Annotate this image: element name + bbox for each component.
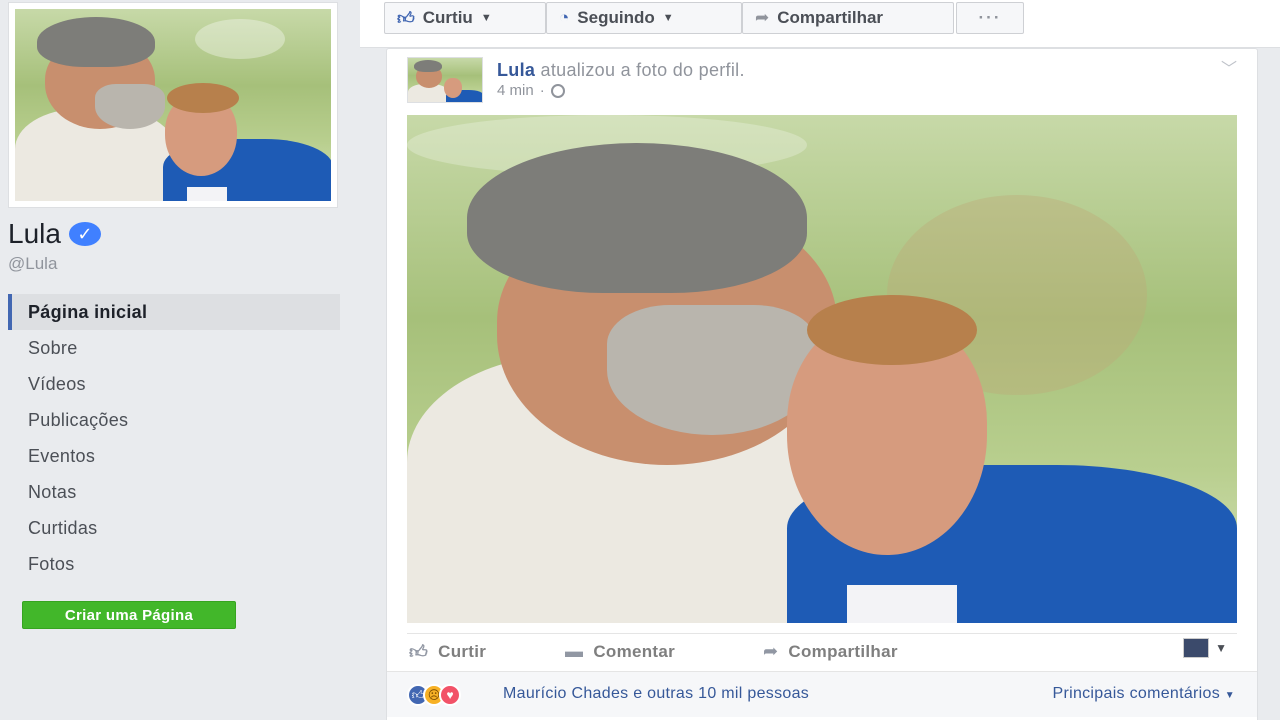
comment-button[interactable]: ▬ Comentar bbox=[565, 641, 675, 662]
meta-separator: · bbox=[539, 82, 545, 99]
page-name[interactable]: Lula bbox=[8, 218, 61, 250]
avatar bbox=[1183, 638, 1210, 658]
profile-photo-art bbox=[15, 9, 331, 201]
post-timestamp[interactable]: 4 min bbox=[497, 82, 534, 99]
reactions-count-text[interactable]: Maurício Chades e outras 10 mil pessoas bbox=[503, 685, 809, 703]
share-page-label: Compartilhar bbox=[777, 8, 884, 27]
post-photo-art bbox=[407, 115, 1237, 623]
post-author-name[interactable]: Lula bbox=[497, 60, 535, 80]
nav-item-events[interactable]: Eventos bbox=[8, 438, 340, 474]
nav-item-videos[interactable]: Vídeos bbox=[8, 366, 340, 402]
comment-bubble-icon: ▬ bbox=[565, 641, 584, 661]
nav-item-photos[interactable]: Fotos bbox=[8, 546, 340, 582]
thumbs-up-icon: 👍︎ bbox=[409, 641, 429, 662]
post-header: Lula atualizou a foto do perfil. bbox=[497, 60, 745, 81]
share-arrow-icon: ➦ bbox=[755, 8, 770, 27]
post-author-avatar[interactable] bbox=[407, 57, 483, 103]
page-name-row: Lula ✓ bbox=[8, 218, 101, 250]
nav-item-home[interactable]: Página inicial bbox=[8, 294, 340, 330]
create-page-button[interactable]: Criar uma Página bbox=[22, 601, 236, 629]
nav-item-posts[interactable]: Publicações bbox=[8, 402, 340, 438]
left-column: Lula ✓ @Lula Página inicial Sobre Vídeos… bbox=[0, 0, 350, 720]
like-label: Curtir bbox=[438, 641, 487, 661]
share-button[interactable]: ➦ Compartilhar bbox=[763, 641, 898, 662]
verified-check-icon: ✓ bbox=[68, 222, 101, 246]
post-actions: 👍︎ Curtir ▬ Comentar ➦ Compartilhar ▼ bbox=[407, 633, 1237, 669]
avatar-photo-art bbox=[408, 58, 482, 102]
post-options-chevron-icon[interactable]: ﹀ bbox=[1221, 55, 1237, 79]
caret-down-icon: ▼ bbox=[480, 12, 492, 24]
page-handle: @Lula bbox=[8, 254, 58, 273]
post-as-selector[interactable]: ▼ bbox=[1183, 638, 1227, 658]
nav-item-likes[interactable]: Curtidas bbox=[8, 510, 340, 546]
share-page-button[interactable]: ➦ Compartilhar bbox=[742, 2, 954, 34]
globe-icon bbox=[550, 83, 565, 98]
liked-button[interactable]: 👍︎ Curtiu ▼ bbox=[384, 2, 546, 34]
share-label: Compartilhar bbox=[788, 641, 898, 661]
nav-item-notes[interactable]: Notas bbox=[8, 474, 340, 510]
post-photo[interactable] bbox=[407, 115, 1237, 623]
sort-label: Principais comentários bbox=[1052, 685, 1221, 702]
reactions-summary: 👍︎ ☹ ♥ Maurício Chades e outras 10 mil p… bbox=[387, 671, 1257, 717]
post-meta: 4 min · bbox=[497, 82, 565, 99]
reaction-icons[interactable]: 👍︎ ☹ ♥ bbox=[407, 684, 461, 706]
thumbs-up-icon: 👍︎ bbox=[397, 8, 415, 28]
caret-down-icon: ▼ bbox=[1215, 641, 1227, 655]
love-reaction-icon: ♥ bbox=[439, 684, 461, 706]
like-button[interactable]: 👍︎ Curtir bbox=[409, 641, 486, 663]
post-card: Lula atualizou a foto do perfil. 4 min ·… bbox=[386, 48, 1258, 720]
page-nav: Página inicial Sobre Vídeos Publicações … bbox=[8, 294, 340, 582]
caret-down-icon: ▼ bbox=[662, 12, 674, 24]
caret-down-icon: ▼ bbox=[1224, 690, 1235, 701]
share-arrow-icon: ➦ bbox=[763, 641, 779, 661]
comment-label: Comentar bbox=[593, 641, 676, 661]
liked-label: Curtiu bbox=[422, 8, 473, 27]
following-label: Seguindo bbox=[577, 8, 655, 27]
rss-icon: ◔ bbox=[559, 8, 570, 27]
following-button[interactable]: ◔ Seguindo ▼ bbox=[546, 2, 742, 34]
profile-picture[interactable] bbox=[8, 2, 338, 208]
more-options-button[interactable]: ··· bbox=[956, 2, 1024, 34]
page-action-bar: 👍︎ Curtiu ▼ ◔ Seguindo ▼ ➦ Compartilhar … bbox=[360, 0, 1280, 48]
comments-sort-dropdown[interactable]: Principais comentários ▼ bbox=[1052, 685, 1235, 703]
nav-item-about[interactable]: Sobre bbox=[8, 330, 340, 366]
post-action-text: atualizou a foto do perfil. bbox=[540, 60, 745, 80]
